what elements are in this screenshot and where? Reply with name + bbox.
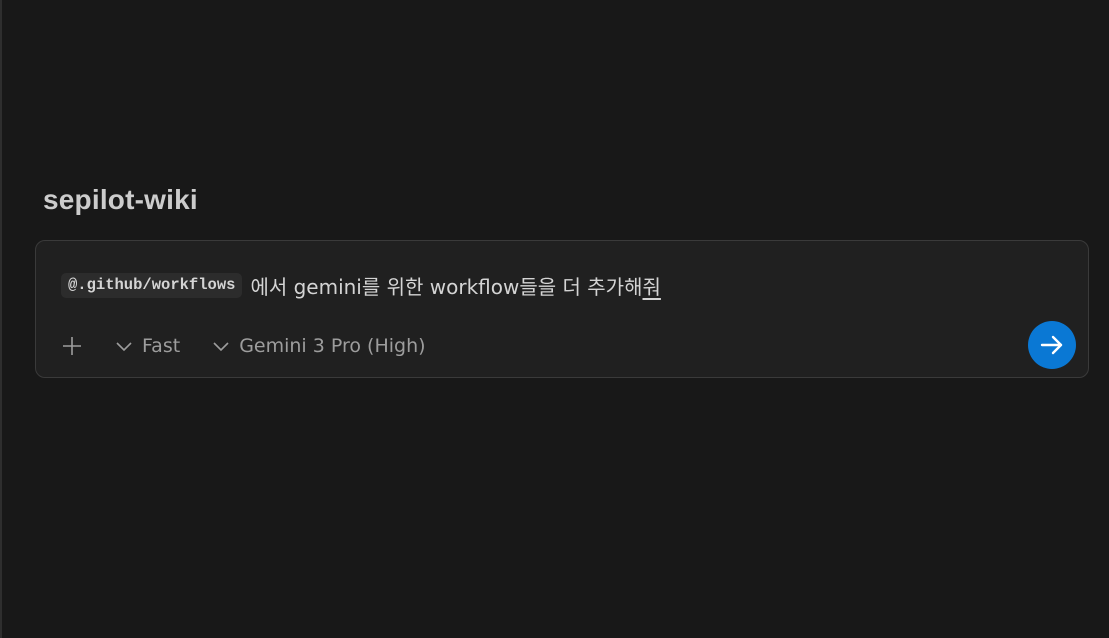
chat-toolbar: Fast Gemini 3 Pro (High) xyxy=(61,331,426,361)
mode-label: Fast xyxy=(142,335,181,357)
project-title: sepilot-wiki xyxy=(43,184,198,215)
model-label: Gemini 3 Pro (High) xyxy=(239,335,426,357)
file-mention-chip[interactable]: @.github/workflows xyxy=(61,273,243,298)
chevron-down-icon xyxy=(115,337,133,355)
arrow-right-icon xyxy=(1040,335,1063,355)
app-window: sepilot-wiki @.github/workflows 에서 gemin… xyxy=(0,0,1109,638)
mode-dropdown[interactable]: Fast xyxy=(115,335,180,357)
chat-input-field[interactable]: @.github/workflows 에서 gemini를 위한 workflo… xyxy=(61,271,661,300)
prompt-text-main: 에서 gemini를 위한 workflow들을 더 추가해 xyxy=(250,275,643,299)
chevron-down-icon xyxy=(212,337,230,355)
send-button[interactable] xyxy=(1028,321,1076,369)
prompt-text-composing: 줘 xyxy=(642,275,661,299)
chat-input-box[interactable]: @.github/workflows 에서 gemini를 위한 workflo… xyxy=(35,240,1089,378)
plus-icon xyxy=(63,337,81,355)
model-dropdown[interactable]: Gemini 3 Pro (High) xyxy=(212,335,426,357)
add-context-button[interactable] xyxy=(61,335,83,357)
prompt-text: 에서 gemini를 위한 workflow들을 더 추가해줘 xyxy=(250,271,660,300)
left-divider xyxy=(0,0,2,638)
